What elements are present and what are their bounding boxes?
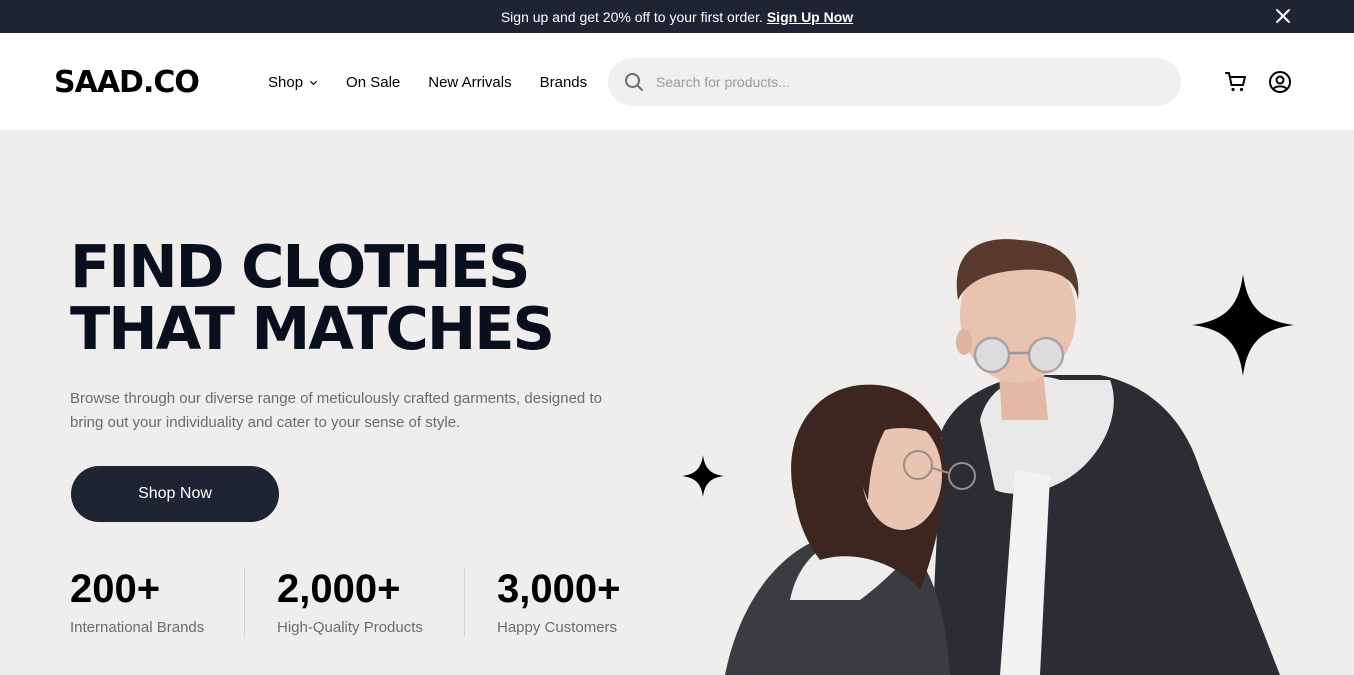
stat-number: 3,000+ — [497, 567, 621, 611]
nav-item-brands[interactable]: Brands — [540, 74, 588, 91]
cart-icon[interactable] — [1224, 70, 1248, 94]
stat-number: 2,000+ — [277, 567, 401, 611]
nav-item-new-arrivals[interactable]: New Arrivals — [428, 74, 511, 91]
search-bar — [608, 58, 1181, 106]
search-icon — [625, 73, 643, 91]
stat-number: 200+ — [70, 567, 161, 611]
stat-brands: 200+ International Brands — [70, 567, 244, 636]
hero-description: Browse through our diverse range of meti… — [70, 390, 602, 431]
nav-item-shop[interactable]: Shop — [268, 74, 318, 91]
main-nav: Shop On Sale New Arrivals Brands — [268, 74, 587, 91]
hero-title-line-1: FIND CLOTHES — [70, 232, 531, 301]
hero-title-line-2: THAT MATCHES — [70, 294, 555, 363]
stat-label: International Brands — [70, 619, 205, 636]
shop-now-button[interactable]: Shop Now — [71, 466, 279, 522]
stats-row: 200+ International Brands 2,000+ High-Qu… — [70, 567, 652, 636]
account-icon[interactable] — [1268, 70, 1292, 94]
stat-customers: 3,000+ Happy Customers — [464, 567, 652, 636]
stat-products: 2,000+ High-Quality Products — [244, 567, 464, 636]
sparkle-icon-small — [682, 455, 724, 497]
hero-title: FIND CLOTHES THAT MATCHES — [70, 232, 555, 363]
search-input[interactable] — [656, 74, 1136, 90]
sparkle-icon-large — [1192, 274, 1294, 376]
hero-image — [725, 239, 1280, 675]
close-icon[interactable] — [1274, 7, 1292, 25]
nav-shop-label: Shop — [268, 74, 304, 91]
promo-text: Sign up and get 20% off to your first or… — [500, 8, 763, 25]
sign-up-link[interactable]: Sign Up Now — [767, 9, 853, 25]
stat-label: High-Quality Products — [277, 619, 423, 636]
site-header: SAAD.CO Shop On Sale New Arrivals Brands — [0, 33, 1354, 130]
logo[interactable]: SAAD.CO — [54, 65, 200, 100]
stat-label: Happy Customers — [497, 619, 618, 636]
nav-item-on-sale[interactable]: On Sale — [346, 74, 400, 91]
promo-bar: Sign up and get 20% off to your first or… — [0, 0, 1354, 33]
chevron-down-icon — [310, 80, 318, 86]
